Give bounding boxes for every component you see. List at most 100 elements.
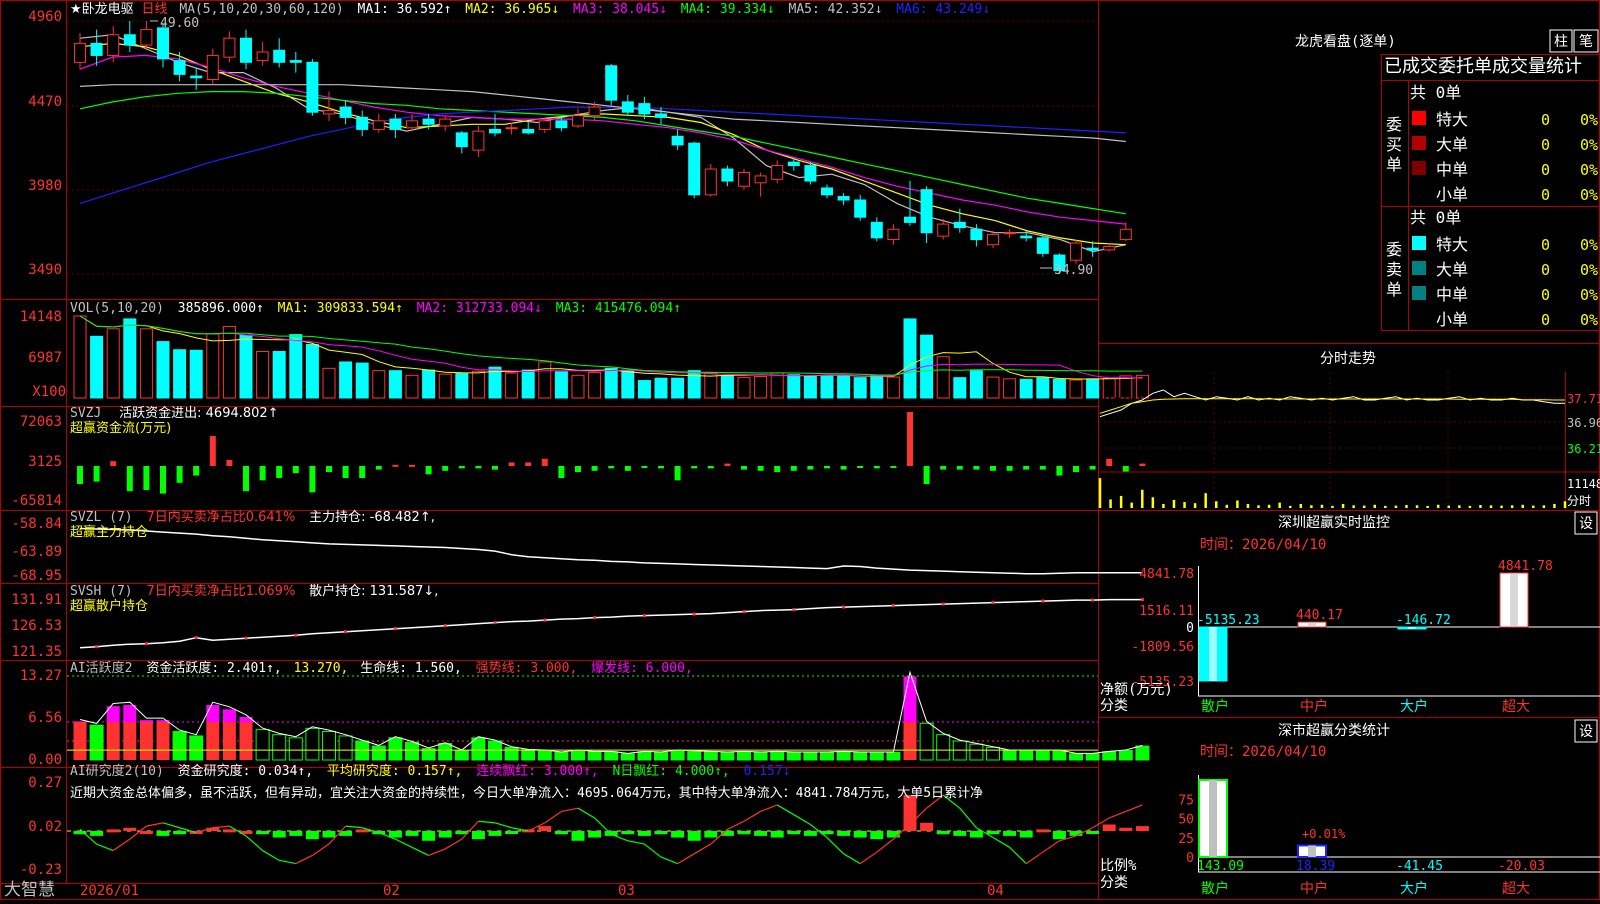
ai2-bar[interactable] <box>936 734 951 761</box>
svzj-bar[interactable] <box>375 466 382 470</box>
candlesticks[interactable] <box>74 20 1132 274</box>
volume-bar[interactable] <box>538 361 552 399</box>
ai2-bar[interactable] <box>637 751 652 761</box>
volume-bar[interactable] <box>139 328 153 399</box>
stock-chart-workspace[interactable]: 委买单委卖单特大 0 0% 大单 0 0% 中单 0 0% 小单 0 0% 特大 0 0% 大单 0 0% 中单 0 0… <box>0 0 1600 900</box>
volume-bar[interactable] <box>438 373 452 399</box>
svzj-bar[interactable] <box>93 466 100 482</box>
candle-body[interactable] <box>887 228 900 241</box>
ai3-bar[interactable] <box>1102 824 1116 831</box>
candle-body[interactable] <box>90 42 103 56</box>
volume-bar[interactable] <box>770 372 784 399</box>
ai2-bar[interactable] <box>853 751 868 761</box>
ai2-bar-burst[interactable] <box>239 716 253 723</box>
svzj-bar[interactable] <box>243 466 249 492</box>
candle-body[interactable] <box>406 120 418 129</box>
svzj-bar[interactable] <box>1056 466 1063 476</box>
volume-bar[interactable] <box>405 374 419 399</box>
volume-bar[interactable] <box>554 371 568 399</box>
candle-body[interactable] <box>655 113 667 118</box>
volume-bar[interactable] <box>123 318 137 399</box>
ai2-bar[interactable] <box>454 750 469 761</box>
ai3-bar[interactable] <box>936 831 950 835</box>
volume-bar[interactable] <box>1052 378 1066 399</box>
candle-body[interactable] <box>472 130 485 151</box>
svzj-bar[interactable] <box>790 466 797 471</box>
ai2-bar-burst[interactable] <box>222 709 236 723</box>
svzj-bar[interactable] <box>1073 466 1079 472</box>
svzj-bar[interactable] <box>990 466 996 471</box>
svzj-bar[interactable] <box>193 466 200 476</box>
volume-bar[interactable] <box>289 334 303 399</box>
candle-body[interactable] <box>1103 245 1116 251</box>
ai2-bar[interactable] <box>322 731 336 761</box>
volume-bar[interactable] <box>787 374 801 399</box>
candle-body[interactable] <box>970 228 983 241</box>
main-chart-svg[interactable]: 委买单委卖单特大 0 0%大单 0 0%中单 0 0%小单 0 0%特大 0 0%大单 0 0%中单 0 0… <box>0 0 1600 900</box>
volume-bar[interactable] <box>1086 378 1100 399</box>
candle-body[interactable] <box>256 51 269 62</box>
ai3-bar[interactable] <box>355 829 369 833</box>
candle-body[interactable] <box>787 161 800 167</box>
ai3-bar[interactable] <box>471 831 485 840</box>
candle-body[interactable] <box>323 109 335 115</box>
candle-body[interactable] <box>538 120 551 130</box>
svzj-bar[interactable] <box>807 466 814 470</box>
ai3-bar[interactable] <box>803 831 817 836</box>
candle-body[interactable] <box>273 49 286 63</box>
volume-bar[interactable] <box>687 370 701 399</box>
volume-bar[interactable] <box>1135 374 1149 399</box>
ai2-bar-burst[interactable] <box>139 720 153 723</box>
ai3-bar[interactable] <box>1119 827 1133 831</box>
ai3-bar[interactable] <box>388 831 402 838</box>
ai2-bar[interactable] <box>786 751 801 761</box>
ai2-bar[interactable] <box>1002 750 1017 761</box>
candle-body[interactable] <box>522 128 535 134</box>
candle-body[interactable] <box>289 60 302 63</box>
ai3-bar[interactable] <box>256 831 270 835</box>
volume-bar[interactable] <box>720 375 734 399</box>
svzj-bar[interactable] <box>126 466 133 492</box>
volume-bar[interactable] <box>671 377 685 399</box>
candle-body[interactable] <box>223 37 236 58</box>
svzj-bar[interactable] <box>824 466 830 469</box>
volume-bar[interactable] <box>455 373 469 399</box>
ai2-bar[interactable] <box>587 751 602 761</box>
candle-body[interactable] <box>920 189 933 234</box>
ai3-bar[interactable] <box>139 831 153 834</box>
ai3-bar[interactable] <box>1086 831 1100 834</box>
candle-body[interactable] <box>107 34 120 56</box>
volume-bar[interactable] <box>986 376 1000 399</box>
cls-settings-label[interactable]: 设 <box>1579 724 1593 740</box>
candle-body[interactable] <box>854 199 867 218</box>
ai2-bar[interactable] <box>255 729 270 761</box>
volume-bar[interactable] <box>571 374 585 399</box>
volume-bar[interactable] <box>654 377 668 399</box>
ai3-bar[interactable] <box>754 831 768 836</box>
ai3-bar[interactable] <box>654 831 668 835</box>
volume-bar[interactable] <box>206 333 220 399</box>
ai2-bar[interactable] <box>770 751 785 761</box>
svzj-bar[interactable] <box>857 466 864 468</box>
ai2-bar[interactable] <box>1102 751 1117 761</box>
svzj-bar[interactable] <box>575 466 581 472</box>
svzj-bar[interactable] <box>1089 466 1096 470</box>
candle-body[interactable] <box>588 106 601 117</box>
candle-body[interactable] <box>771 165 784 180</box>
ai3-bar[interactable] <box>704 831 718 838</box>
svzj-bar[interactable] <box>973 466 980 470</box>
ai2-bar[interactable] <box>305 727 320 761</box>
ai2-bar[interactable] <box>272 734 287 761</box>
ai2-bar-strong[interactable] <box>206 722 220 760</box>
candle-body[interactable] <box>870 221 883 239</box>
ai2-bar-strong[interactable] <box>73 722 87 760</box>
candle-body[interactable] <box>74 42 86 63</box>
volume-bar[interactable] <box>837 375 851 399</box>
ai2-bar[interactable] <box>654 751 668 761</box>
ai2-bar[interactable] <box>405 741 419 761</box>
volume-bar[interactable] <box>969 370 983 399</box>
candle-body[interactable] <box>1020 235 1033 239</box>
ai2-bar[interactable] <box>986 746 1000 761</box>
svzj-bar[interactable] <box>425 466 432 475</box>
ai2-bar[interactable] <box>1118 750 1133 761</box>
